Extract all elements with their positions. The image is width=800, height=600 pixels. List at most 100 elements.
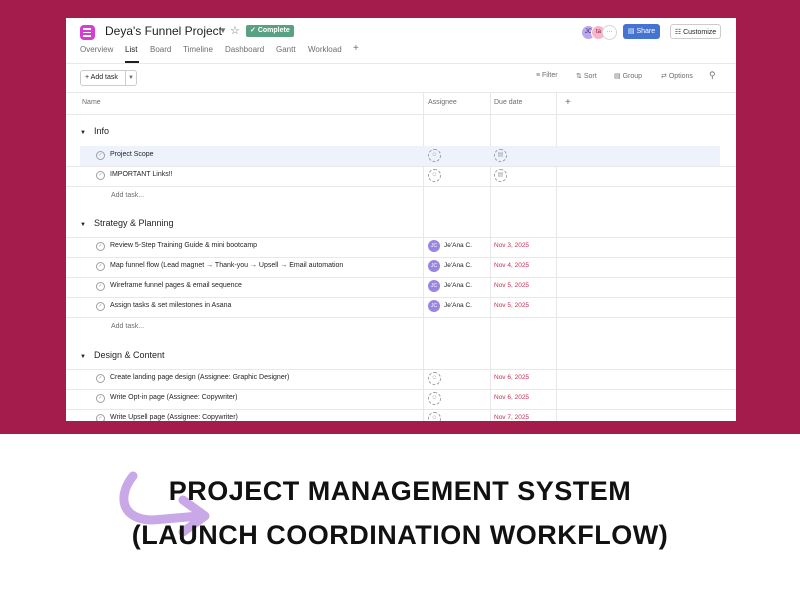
- tab-dashboard[interactable]: Dashboard: [225, 45, 264, 54]
- column-header-name[interactable]: Name: [82, 99, 101, 106]
- status-badge[interactable]: ✓ Complete: [246, 25, 294, 37]
- due-date[interactable]: Nov 5, 2025: [494, 282, 529, 289]
- task-name[interactable]: Write Opt-in page (Assignee: Copywriter): [110, 394, 237, 401]
- options-label: Options: [668, 73, 693, 80]
- check-circle-icon[interactable]: ✓: [96, 394, 105, 403]
- due-date[interactable]: Nov 6, 2025: [494, 374, 529, 381]
- check-circle-icon[interactable]: ✓: [96, 374, 105, 383]
- tab-workload[interactable]: Workload: [308, 45, 342, 54]
- add-task-button[interactable]: + Add task ▼: [80, 70, 137, 86]
- options-button[interactable]: ⇄ Options: [661, 72, 693, 80]
- column-header-due-date[interactable]: Due date: [494, 99, 522, 106]
- due-date[interactable]: Nov 4, 2025: [494, 262, 529, 269]
- share-label: Share: [636, 28, 656, 35]
- divider: [66, 317, 736, 318]
- more-members-icon[interactable]: ···: [602, 25, 617, 40]
- assignee-name[interactable]: Je'Ana C.: [444, 282, 472, 289]
- avatar[interactable]: JC: [428, 280, 440, 292]
- group-label: Group: [622, 73, 643, 80]
- caret-down-icon[interactable]: ▼: [80, 130, 86, 136]
- user-placeholder-icon[interactable]: ☺: [428, 392, 441, 405]
- task-name[interactable]: Map funnel flow (Lead magnet → Thank-you…: [110, 262, 343, 269]
- task-name[interactable]: Create landing page design (Assignee: Gr…: [110, 374, 289, 381]
- table-row[interactable]: ✓ Assign tasks & set milestones in Asana…: [80, 297, 720, 317]
- section-title: Design & Content: [93, 350, 165, 360]
- tab-overview[interactable]: Overview: [80, 45, 113, 54]
- due-date[interactable]: Nov 7, 2025: [494, 414, 529, 421]
- calendar-placeholder-icon[interactable]: ▤: [494, 149, 507, 162]
- project-title[interactable]: Deya's Funnel Project: [105, 24, 222, 38]
- due-date[interactable]: Nov 6, 2025: [494, 394, 529, 401]
- share-button[interactable]: ▤ Share: [623, 24, 660, 39]
- calendar-placeholder-icon[interactable]: ▤: [494, 169, 507, 182]
- user-placeholder-icon[interactable]: ☺: [428, 412, 441, 421]
- star-icon[interactable]: ☆: [230, 24, 240, 37]
- task-name[interactable]: IMPORTANT Links!!: [110, 171, 173, 178]
- table-row[interactable]: ✓ Review 5-Step Training Guide & mini bo…: [80, 237, 720, 257]
- check-circle-icon[interactable]: ✓: [96, 282, 105, 291]
- task-name[interactable]: Write Upsell page (Assignee: Copywriter): [110, 414, 238, 421]
- add-task-link[interactable]: Add task...: [111, 192, 144, 199]
- table-row[interactable]: ✓ Wireframe funnel pages & email sequenc…: [80, 277, 720, 297]
- tab-list[interactable]: List: [125, 45, 137, 54]
- caret-down-icon[interactable]: ▼: [80, 222, 86, 228]
- check-circle-icon[interactable]: ✓: [96, 302, 105, 311]
- assignee-name[interactable]: Je'Ana C.: [444, 262, 472, 269]
- caption-title: PROJECT MANAGEMENT SYSTEM: [168, 476, 632, 506]
- check-circle-icon[interactable]: ✓: [96, 262, 105, 271]
- customize-button[interactable]: ☷ Customize: [670, 24, 721, 39]
- tab-timeline[interactable]: Timeline: [183, 45, 213, 54]
- tab-board[interactable]: Board: [150, 45, 171, 54]
- due-date[interactable]: Nov 3, 2025: [494, 242, 529, 249]
- task-name[interactable]: Assign tasks & set milestones in Asana: [110, 302, 231, 309]
- customize-label: Customize: [683, 29, 717, 36]
- section-title: Info: [93, 126, 109, 136]
- task-name[interactable]: Wireframe funnel pages & email sequence: [110, 282, 242, 289]
- table-row[interactable]: ✓ Project Scope ☺ ▤: [80, 146, 720, 166]
- project-header: Deya's Funnel Project ▼ ☆ ✓ Complete JC …: [66, 18, 736, 63]
- task-name[interactable]: Project Scope: [110, 151, 154, 158]
- divider: [66, 186, 736, 187]
- due-date[interactable]: Nov 5, 2025: [494, 302, 529, 309]
- group-button[interactable]: ▤ Group: [614, 72, 642, 80]
- table-row[interactable]: ✓ Create landing page design (Assignee: …: [80, 369, 720, 389]
- divider: [125, 71, 126, 85]
- section-title: Strategy & Planning: [93, 218, 174, 228]
- table-row[interactable]: ✓ Map funnel flow (Lead magnet → Thank-y…: [80, 257, 720, 277]
- check-circle-icon[interactable]: ✓: [96, 242, 105, 251]
- table-row[interactable]: ✓ Write Upsell page (Assignee: Copywrite…: [80, 409, 720, 421]
- sort-label: Sort: [583, 73, 597, 80]
- column-header-assignee[interactable]: Assignee: [428, 99, 457, 106]
- section-header[interactable]: ▼ Strategy & Planning: [80, 218, 174, 228]
- check-circle-icon[interactable]: ✓: [96, 414, 105, 421]
- filter-label: Filter: [542, 72, 558, 79]
- assignee-name[interactable]: Je'Ana C.: [444, 242, 472, 249]
- avatar[interactable]: JC: [428, 240, 440, 252]
- assignee-name[interactable]: Je'Ana C.: [444, 302, 472, 309]
- add-tab-button[interactable]: +: [353, 43, 359, 54]
- check-circle-icon[interactable]: ✓: [96, 151, 105, 160]
- divider: [66, 92, 736, 93]
- table-row[interactable]: ✓ IMPORTANT Links!! ☺ ▤: [80, 166, 720, 186]
- table-row[interactable]: ✓ Write Opt-in page (Assignee: Copywrite…: [80, 389, 720, 409]
- caret-down-icon[interactable]: ▼: [80, 354, 86, 360]
- task-name[interactable]: Review 5-Step Training Guide & mini boot…: [110, 242, 257, 249]
- section-header[interactable]: ▼ Info: [80, 126, 109, 136]
- caption-subtitle: (LAUNCH COORDINATION WORKFLOW): [131, 520, 669, 550]
- tab-gantt[interactable]: Gantt: [276, 45, 296, 54]
- chevron-down-icon[interactable]: ▼: [128, 71, 134, 85]
- user-placeholder-icon[interactable]: ☺: [428, 372, 441, 385]
- check-circle-icon[interactable]: ✓: [96, 171, 105, 180]
- sort-button[interactable]: ⇅ Sort: [576, 72, 597, 80]
- add-task-link[interactable]: Add task...: [111, 323, 144, 330]
- user-placeholder-icon[interactable]: ☺: [428, 149, 441, 162]
- avatar[interactable]: JC: [428, 260, 440, 272]
- filter-button[interactable]: ≡ Filter: [536, 72, 558, 79]
- chevron-down-icon[interactable]: ▼: [219, 26, 227, 35]
- add-column-button[interactable]: +: [565, 97, 571, 108]
- section-header[interactable]: ▼ Design & Content: [80, 350, 165, 360]
- search-icon[interactable]: ⚲: [709, 70, 716, 81]
- avatar[interactable]: JC: [428, 300, 440, 312]
- add-task-label: + Add task: [85, 74, 118, 81]
- user-placeholder-icon[interactable]: ☺: [428, 169, 441, 182]
